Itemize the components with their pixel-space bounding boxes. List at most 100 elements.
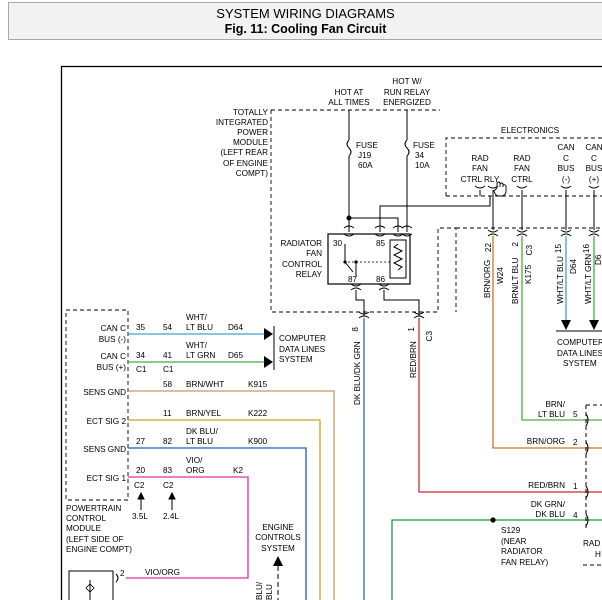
svg-text:COMPT): COMPT) — [236, 169, 269, 178]
tipm-internal-wiring — [346, 196, 491, 232]
svg-text:CTRL RLY: CTRL RLY — [461, 175, 500, 184]
svg-text:CAN: CAN — [557, 143, 574, 152]
svg-text:2: 2 — [573, 438, 578, 447]
engine-controls-label: ENGINE CONTROLS SYSTEM BLU/ BLU — [255, 523, 301, 600]
svg-text:RAD: RAD — [583, 539, 600, 548]
svg-text:C2: C2 — [163, 481, 174, 490]
svg-text:INTEGRATED: INTEGRATED — [216, 118, 268, 127]
pcm-pin-labels: CAN C BUS (-) CAN C BUS (+) SENS GND ECT… — [83, 324, 126, 483]
svg-text:41: 41 — [163, 351, 173, 360]
svg-text:CAN C: CAN C — [101, 324, 127, 333]
svg-text:DK BLU/DK GRN: DK BLU/DK GRN — [353, 341, 362, 405]
svg-text:2: 2 — [120, 569, 125, 578]
svg-text:D6: D6 — [594, 254, 602, 265]
right-connector-marks — [585, 404, 602, 530]
svg-text:60A: 60A — [358, 161, 373, 170]
svg-text:POWER: POWER — [237, 128, 268, 137]
svg-text:C1: C1 — [136, 365, 147, 374]
cdl-left-arrows — [264, 326, 275, 370]
svg-text:BLU: BLU — [265, 584, 274, 600]
svg-text:86: 86 — [376, 275, 386, 284]
svg-text:15: 15 — [554, 244, 563, 254]
cdl-left-label: COMPUTER DATA LINES SYSTEM — [279, 334, 326, 364]
svg-text:FAN: FAN — [306, 249, 322, 258]
svg-text:FAN: FAN — [472, 164, 488, 173]
svg-text:54: 54 — [163, 323, 173, 332]
svg-text:(LEFT SIDE OF: (LEFT SIDE OF — [66, 535, 124, 544]
svg-text:SYSTEM: SYSTEM — [563, 359, 597, 368]
svg-text:K2: K2 — [233, 466, 243, 475]
fuse-34: FUSE 34 10A — [404, 110, 435, 218]
svg-text:COMPUTER: COMPUTER — [279, 334, 326, 343]
svg-text:C: C — [563, 154, 569, 163]
svg-text:27: 27 — [136, 437, 146, 446]
svg-text:BUS (+): BUS (+) — [97, 363, 127, 372]
svg-text:FUSE: FUSE — [356, 141, 378, 150]
svg-text:K175: K175 — [524, 264, 533, 284]
svg-text:H: H — [595, 550, 601, 559]
svg-text:16: 16 — [582, 244, 591, 254]
svg-text:RADIATOR: RADIATOR — [280, 239, 322, 248]
svg-text:5: 5 — [573, 410, 578, 419]
svg-text:D65: D65 — [228, 351, 243, 360]
svg-text:(LEFT REAR: (LEFT REAR — [220, 148, 268, 157]
svg-text:FAN: FAN — [514, 164, 530, 173]
svg-text:C1: C1 — [163, 365, 174, 374]
svg-text:ENGINE: ENGINE — [262, 523, 294, 532]
svg-text:WHT/LT GRN: WHT/LT GRN — [584, 254, 593, 304]
svg-text:W24: W24 — [496, 267, 505, 284]
svg-text:BUS: BUS — [586, 164, 602, 173]
svg-text:ORG: ORG — [186, 466, 205, 475]
svg-text:HOT AT: HOT AT — [335, 88, 364, 97]
svg-text:BRN/ORG: BRN/ORG — [527, 437, 565, 446]
wire-vio-org — [126, 476, 249, 579]
svg-text:K222: K222 — [248, 409, 268, 418]
svg-text:CONTROL: CONTROL — [66, 514, 106, 523]
svg-text:RED/BRN: RED/BRN — [528, 481, 565, 490]
svg-text:RELAY: RELAY — [296, 270, 323, 279]
svg-text:BRN/LT BLU: BRN/LT BLU — [511, 257, 520, 304]
svg-text:34: 34 — [136, 351, 146, 360]
svg-text:ENERGIZED: ENERGIZED — [383, 98, 431, 107]
svg-text:BRN/WHT: BRN/WHT — [186, 380, 224, 389]
wiring-diagram: TOTALLY INTEGRATED POWER MODULE (LEFT RE… — [60, 65, 602, 600]
svg-text:ENGINE COMPT): ENGINE COMPT) — [66, 545, 132, 554]
svg-text:MODULE: MODULE — [66, 524, 102, 533]
svg-text:RAD: RAD — [513, 154, 530, 163]
svg-text:J19: J19 — [358, 151, 372, 160]
svg-text:LT GRN: LT GRN — [186, 351, 215, 360]
svg-text:8: 8 — [351, 327, 360, 332]
svg-text:SYSTEM: SYSTEM — [261, 544, 295, 553]
svg-text:LT BLU: LT BLU — [186, 323, 213, 332]
svg-text:POWERTRAIN: POWERTRAIN — [66, 504, 121, 513]
svg-text:58: 58 — [163, 380, 173, 389]
svg-text:BRN/ORG: BRN/ORG — [483, 260, 492, 298]
cdl-right-arrows — [556, 320, 602, 332]
svg-text:87: 87 — [348, 275, 358, 284]
pcm-engine-arrows — [137, 491, 176, 510]
svg-text:C: C — [591, 154, 597, 163]
svg-text:3.5L: 3.5L — [132, 512, 148, 521]
svg-text:D64: D64 — [228, 323, 243, 332]
svg-text:BUS (-): BUS (-) — [99, 335, 127, 344]
hand-cursor-icon — [493, 181, 507, 197]
svg-text:BRN/: BRN/ — [545, 400, 565, 409]
svg-text:1: 1 — [407, 327, 416, 332]
svg-text:(NEAR: (NEAR — [501, 537, 527, 546]
right-wire-labels: BRN/ LT BLU BRN/ORG RED/BRN DK GRN/ DK B… — [527, 400, 578, 520]
cdl-right-label: COMPUTER DATA LINES SYSTEM — [557, 338, 602, 368]
relay-bottom-connectors — [350, 283, 420, 316]
svg-text:10A: 10A — [415, 161, 430, 170]
svg-text:LT BLU: LT BLU — [186, 437, 213, 446]
svg-text:11: 11 — [163, 409, 172, 418]
wire-dk-grn-dk-blu — [391, 519, 602, 600]
svg-text:D64: D64 — [569, 259, 578, 274]
svg-text:DATA LINES: DATA LINES — [557, 349, 602, 358]
svg-text:DK BLU/: DK BLU/ — [186, 427, 219, 436]
svg-text:BRN/YEL: BRN/YEL — [186, 409, 221, 418]
svg-text:VIO/ORG: VIO/ORG — [145, 568, 180, 577]
svg-text:K900: K900 — [248, 437, 268, 446]
svg-text:34: 34 — [415, 151, 425, 160]
svg-text:22: 22 — [484, 243, 493, 253]
svg-text:HOT W/: HOT W/ — [392, 77, 422, 86]
